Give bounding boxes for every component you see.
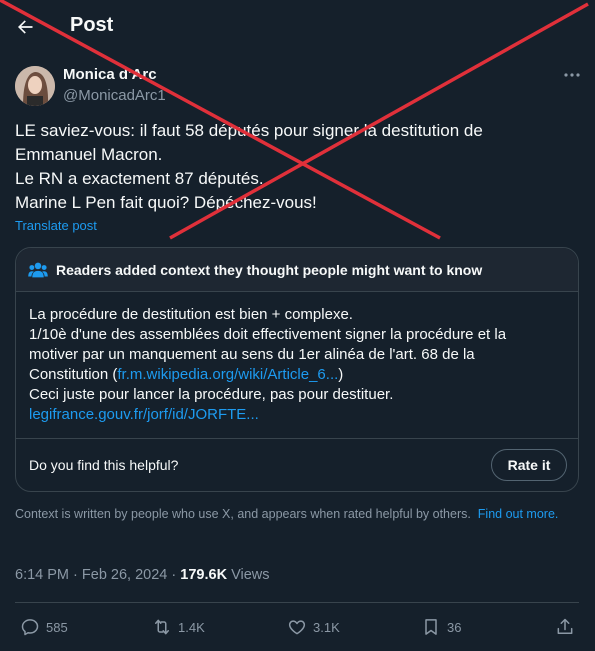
repost-button[interactable]: 1.4K: [152, 615, 205, 639]
translate-post-link[interactable]: Translate post: [15, 218, 97, 233]
bookmark-button[interactable]: 36: [421, 615, 461, 639]
note-line: Constitution (fr.m.wikipedia.org/wiki/Ar…: [29, 365, 564, 385]
community-note-card: Readers added context they thought peopl…: [15, 247, 579, 492]
post-line: Le RN a exactement 87 députés.: [15, 169, 264, 188]
community-note-heading: Readers added context they thought peopl…: [56, 262, 483, 278]
find-out-more-link[interactable]: Find out more.: [478, 507, 559, 521]
legifrance-link[interactable]: legifrance.gouv.fr/jorf/id/JORFTE...: [29, 406, 259, 423]
note-divider: [16, 438, 578, 439]
bookmark-icon: [425, 619, 437, 635]
back-arrow-icon: [18, 20, 33, 34]
context-info-text: Context is written by people who use X, …: [15, 507, 471, 521]
community-note-body: La procédure de destitution est bien + c…: [29, 305, 564, 425]
note-line: La procédure de destitution est bien + c…: [29, 306, 353, 323]
post-line: Marine L Pen fait quoi? Dépéchez-vous!: [15, 193, 317, 212]
divider: [15, 602, 579, 603]
more-icon: [564, 73, 580, 77]
wikipedia-link[interactable]: fr.m.wikipedia.org/wiki/Article_6...: [117, 366, 338, 383]
post-date[interactable]: Feb 26, 2024: [82, 567, 167, 583]
post-line: Emmanuel Macron.: [15, 145, 163, 164]
avatar-image: [15, 66, 55, 106]
like-count: 3.1K: [313, 619, 340, 635]
share-icon: [557, 618, 573, 634]
reply-button[interactable]: 585: [20, 615, 68, 639]
reply-icon: [21, 619, 39, 636]
views-label: Views: [231, 567, 270, 583]
people-icon: [28, 262, 48, 278]
bookmark-count: 36: [447, 619, 462, 635]
author-handle[interactable]: @MonicadArc1: [63, 87, 166, 104]
post-meta: 6:14 PM · Feb 26, 2024 · 179.6K Views: [15, 567, 270, 583]
note-line: 1/10è d'une des assemblées doit effectiv…: [29, 326, 507, 343]
meta-separator: ·: [73, 567, 78, 583]
helpful-question: Do you find this helpful?: [29, 457, 179, 473]
page-title: Post: [70, 14, 114, 36]
post-text: LE saviez-vous: il faut 58 députés pour …: [15, 119, 575, 215]
note-line: legifrance.gouv.fr/jorf/id/JORFTE...: [29, 405, 564, 425]
context-info: Context is written by people who use X, …: [15, 506, 575, 522]
note-line-prefix: Constitution (: [29, 366, 118, 383]
post-time[interactable]: 6:14 PM: [15, 567, 69, 583]
reply-count: 585: [46, 619, 68, 635]
note-line: Ceci juste pour lancer la procédure, pas…: [29, 386, 394, 403]
views-count: 179.6K: [180, 567, 228, 583]
more-button[interactable]: [560, 66, 584, 84]
avatar[interactable]: [15, 66, 55, 106]
back-button[interactable]: [10, 12, 40, 42]
top-bar: Post: [0, 0, 595, 54]
meta-separator: ·: [171, 567, 177, 583]
repost-count: 1.4K: [178, 619, 205, 635]
like-icon: [288, 620, 306, 635]
note-line: motiver par un manquement au sens du 1er…: [29, 346, 475, 363]
note-line-suffix: ): [338, 366, 344, 383]
post-line: LE saviez-vous: il faut 58 députés pour …: [15, 121, 483, 140]
author-name[interactable]: Monica d'Arc: [63, 66, 157, 83]
rate-it-button[interactable]: Rate it: [491, 449, 567, 481]
community-note-header: Readers added context they thought peopl…: [16, 248, 578, 292]
repost-icon: [155, 619, 169, 635]
like-button[interactable]: 3.1K: [287, 615, 340, 639]
share-button[interactable]: [555, 615, 575, 639]
